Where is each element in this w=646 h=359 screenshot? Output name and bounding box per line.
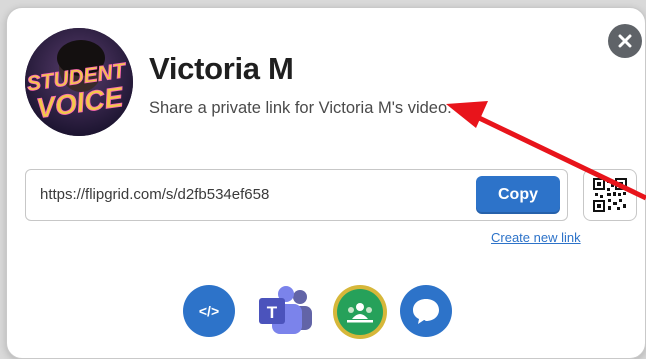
dialog-title: Victoria M [149, 51, 294, 86]
microsoft-teams-icon: T [259, 286, 312, 334]
avatar: STUDENT VOICE [25, 28, 133, 136]
qr-code-icon [593, 178, 627, 212]
google-classroom-button[interactable] [333, 285, 387, 339]
share-link-url: https://flipgrid.com/s/d2fb534ef658 [40, 186, 270, 203]
google-classroom-icon [347, 303, 373, 323]
embed-code-icon: </> [198, 303, 220, 319]
share-options: </> T [0, 285, 646, 341]
create-new-link[interactable]: Create new link [491, 230, 581, 245]
teams-letter: T [267, 303, 278, 322]
embed-code-button[interactable]: </> [183, 285, 235, 337]
close-button[interactable] [608, 24, 642, 58]
close-icon [618, 34, 632, 48]
microsoft-teams-button[interactable]: T [256, 285, 316, 337]
dialog-subtitle: Share a private link for Victoria M's vi… [149, 99, 452, 117]
share-link-field[interactable]: https://flipgrid.com/s/d2fb534ef658 Copy [25, 169, 568, 221]
comment-button[interactable] [400, 285, 452, 337]
comment-icon [413, 299, 439, 324]
copy-button[interactable]: Copy [476, 176, 560, 214]
qr-code-button[interactable] [583, 169, 637, 221]
